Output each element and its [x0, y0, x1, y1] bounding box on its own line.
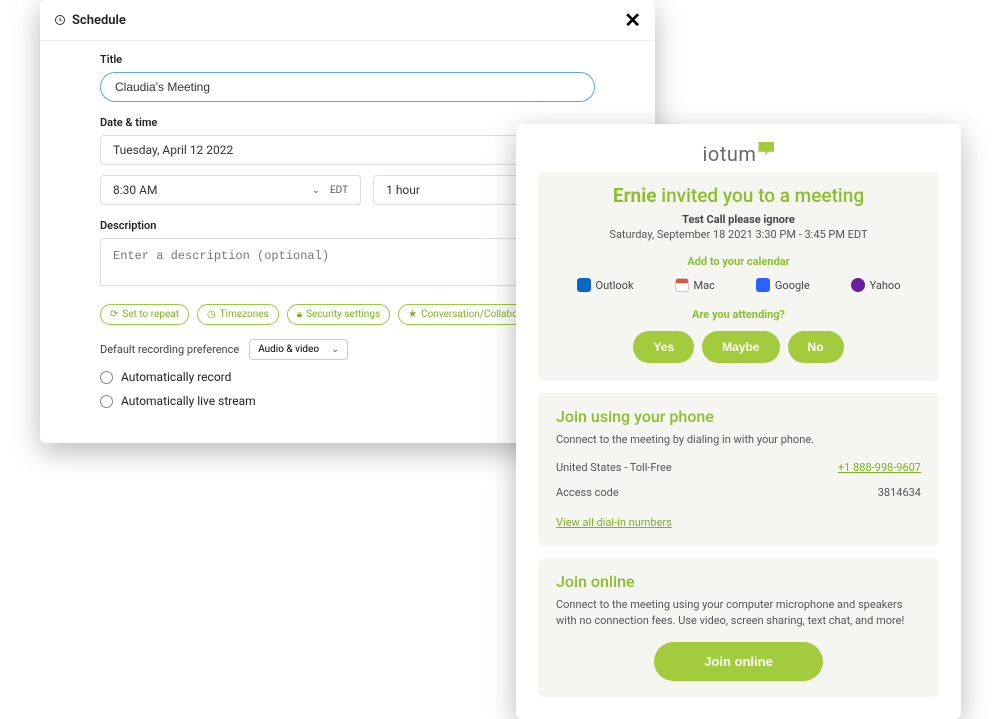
calendar-yahoo[interactable]: Yahoo [851, 278, 901, 292]
calendar-yahoo-label: Yahoo [870, 279, 901, 292]
title-input[interactable] [100, 72, 595, 102]
logo: iotum [538, 142, 939, 166]
mac-calendar-icon [675, 278, 689, 292]
timezone-label: EDT [330, 185, 348, 196]
dial-number-link[interactable]: +1 888-998-9607 [838, 461, 921, 474]
security-chip[interactable]: 🔒︎ Security settings [287, 304, 390, 325]
close-icon[interactable]: ✕ [624, 10, 641, 30]
rsvp-no-button[interactable]: No [788, 331, 844, 363]
calendar-outlook-label: Outlook [596, 279, 634, 292]
duration-value: 1 hour [386, 183, 420, 197]
google-calendar-icon [756, 278, 770, 292]
join-phone-desc: Connect to the meeting by dialing in wit… [556, 432, 921, 447]
recording-pref-value: Audio & video [258, 344, 319, 355]
outlook-icon [577, 278, 591, 292]
join-phone-section: Join using your phone Connect to the mee… [538, 393, 939, 546]
invite-summary-box: Ernie invited you to a meeting Test Call… [538, 172, 939, 381]
invite-headline-rest: invited you to a meeting [661, 184, 864, 207]
logo-text: iotum [703, 142, 775, 166]
recording-pref-select[interactable]: Audio & video ⌄ [249, 339, 348, 360]
auto-stream-radio[interactable] [100, 395, 113, 408]
time-value: 8:30 AM [113, 183, 157, 197]
invite-panel: iotum Ernie invited you to a meeting Tes… [516, 124, 961, 719]
calendar-google[interactable]: Google [756, 278, 810, 292]
rsvp-maybe-button[interactable]: Maybe [702, 331, 779, 363]
yahoo-icon [851, 278, 865, 292]
schedule-title-wrap: Schedule [54, 13, 126, 28]
invite-datetime: Saturday, September 18 2021 3:30 PM - 3:… [556, 228, 921, 241]
join-online-button[interactable]: Join online [654, 642, 823, 681]
join-online-section: Join online Connect to the meeting using… [538, 558, 939, 697]
attending-heading: Are you attending? [556, 308, 921, 321]
date-value: Tuesday, April 12 2022 [113, 143, 233, 157]
access-code-row: Access code 3814634 [556, 486, 921, 499]
chevron-down-icon: ⌄ [331, 344, 339, 355]
invite-name: Ernie [613, 184, 657, 207]
logo-label: iotum [703, 142, 757, 166]
globe-icon: ◷ [207, 309, 216, 320]
calendar-mac[interactable]: Mac [675, 278, 715, 292]
schedule-title: Schedule [72, 13, 126, 28]
time-select[interactable]: 8:30 AM ⌄ EDT [100, 175, 361, 205]
invite-subject: Test Call please ignore [556, 213, 921, 226]
calendar-google-label: Google [775, 279, 810, 292]
access-code-label: Access code [556, 486, 619, 499]
join-online-title: Join online [556, 572, 921, 591]
join-online-desc: Connect to the meeting using your comput… [556, 597, 921, 628]
calendar-outlook[interactable]: Outlook [577, 278, 634, 292]
recording-pref-label: Default recording preference [100, 343, 239, 356]
rsvp-yes-button[interactable]: Yes [633, 331, 694, 363]
dial-country-label: United States - Toll-Free [556, 461, 672, 474]
auto-record-label: Automatically record [121, 370, 231, 384]
repeat-chip-label: Set to repeat [122, 309, 179, 320]
join-phone-title: Join using your phone [556, 407, 921, 426]
schedule-header: Schedule ✕ [40, 0, 655, 41]
view-all-dialin-link[interactable]: View all dial-in numbers [556, 516, 672, 529]
add-calendar-heading: Add to your calendar [556, 255, 921, 268]
calendar-row: Outlook Mac Google Yahoo [556, 278, 921, 292]
repeat-icon: ⟳ [110, 309, 118, 320]
dial-number-row: United States - Toll-Free +1 888-998-960… [556, 461, 921, 474]
repeat-chip[interactable]: ⟳ Set to repeat [100, 304, 189, 325]
chevron-down-icon: ⌄ [312, 185, 320, 196]
security-chip-label: Security settings [306, 309, 380, 320]
invite-headline: Ernie invited you to a meeting [556, 184, 921, 207]
speech-bubble-icon [758, 142, 774, 156]
title-label: Title [100, 53, 595, 66]
lock-icon: 🔒︎ [297, 309, 302, 320]
auto-stream-label: Automatically live stream [121, 394, 256, 408]
timezones-chip-label: Timezones [220, 309, 269, 320]
star-icon: ★ [408, 309, 417, 320]
rsvp-row: Yes Maybe No [556, 331, 921, 363]
access-code-value: 3814634 [878, 486, 921, 499]
clock-icon [54, 14, 66, 26]
calendar-mac-label: Mac [694, 279, 715, 292]
auto-record-radio[interactable] [100, 371, 113, 384]
timezones-chip[interactable]: ◷ Timezones [197, 304, 279, 325]
